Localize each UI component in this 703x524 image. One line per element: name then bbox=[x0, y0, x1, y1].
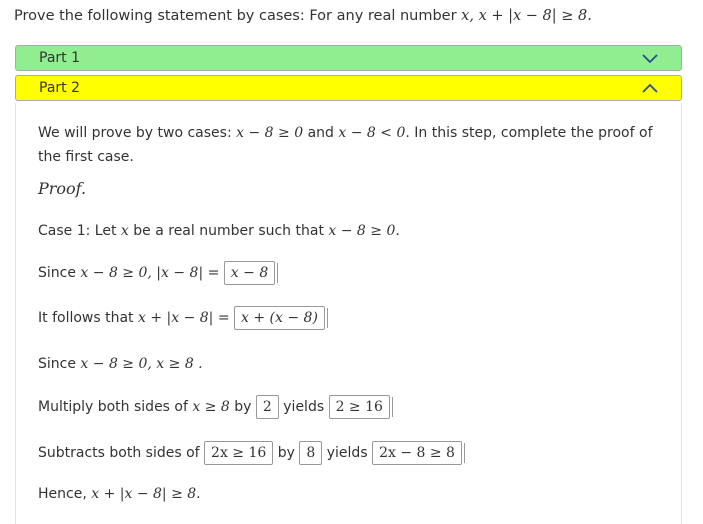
answer-box-multiplier[interactable]: 2 bbox=[255, 395, 279, 419]
intro-t1: We will prove by two cases: bbox=[38, 125, 237, 141]
case-1-line: Case 1: Let x be a real number such that… bbox=[38, 223, 400, 239]
subtract-line: Subtracts both sides of 2x ≥ 16 by 8 yie… bbox=[38, 441, 465, 465]
answer-box-result[interactable]: 2x − 8 ≥ 8 bbox=[372, 441, 462, 465]
follows-line: It follows that x + |x − 8| = x + (x − 8… bbox=[38, 306, 328, 330]
intro-m2: x − 8 < 0 bbox=[338, 125, 406, 141]
cursor-mark bbox=[277, 263, 279, 283]
case1-m2: x − 8 ≥ 0. bbox=[328, 223, 400, 239]
part-2-header[interactable]: Part 2 bbox=[15, 75, 682, 101]
answer-box-ineq[interactable]: 2x ≥ 16 bbox=[204, 441, 274, 465]
answer-box-sum[interactable]: x + (x − 8) bbox=[234, 306, 325, 330]
multiply-m1: x ≥ 8 bbox=[192, 399, 230, 415]
intro-m1: x − 8 ≥ 0 bbox=[236, 125, 304, 141]
case1-t1: Case 1: Let bbox=[38, 223, 121, 239]
case1-m1: x bbox=[120, 223, 129, 239]
cursor-mark bbox=[326, 308, 328, 328]
subtract-t2: by bbox=[277, 445, 295, 461]
since2-t1: Since bbox=[38, 356, 81, 372]
part-1-label: Part 1 bbox=[39, 50, 80, 66]
follows-m1: x + |x − 8| = bbox=[137, 310, 230, 326]
since1-t1: Since bbox=[38, 265, 81, 281]
since-line-2: Since x − 8 ≥ 0, x ≥ 8 . bbox=[38, 356, 203, 372]
answer-box-abs[interactable]: x − 8 bbox=[223, 261, 276, 285]
subtract-t3: yields bbox=[326, 445, 368, 461]
intro-text: We will prove by two cases: x − 8 ≥ 0 an… bbox=[38, 121, 658, 169]
answer-box-product[interactable]: 2 ≥ 16 bbox=[328, 395, 390, 419]
problem-statement: Prove the following statement by cases: … bbox=[14, 8, 592, 24]
follows-t1: It follows that bbox=[38, 310, 138, 326]
subtract-t1: Subtracts both sides of bbox=[38, 445, 200, 461]
case1-t2: be a real number such that bbox=[128, 223, 329, 239]
hence-m1: x + |x − 8| ≥ 8. bbox=[91, 486, 201, 502]
multiply-t3: yields bbox=[283, 399, 325, 415]
proof-label: Proof. bbox=[38, 179, 87, 198]
hence-t1: Hence, bbox=[38, 486, 92, 502]
cursor-mark bbox=[463, 443, 465, 463]
hence-line: Hence, x + |x − 8| ≥ 8. bbox=[38, 486, 201, 502]
cursor-mark bbox=[391, 397, 393, 417]
part-1-header[interactable]: Part 1 bbox=[15, 45, 682, 71]
statement-text: Prove the following statement by cases: … bbox=[14, 8, 462, 24]
chevron-up-icon bbox=[642, 83, 658, 93]
intro-t2: and bbox=[303, 125, 339, 141]
chevron-down-icon bbox=[642, 54, 658, 64]
part-2-label: Part 2 bbox=[39, 80, 80, 96]
answer-box-subtrahend[interactable]: 8 bbox=[299, 441, 323, 465]
multiply-line: Multiply both sides of x ≥ 8 by 2 yields… bbox=[38, 395, 393, 419]
since2-m1: x − 8 ≥ 0, x ≥ 8 . bbox=[80, 356, 203, 372]
multiply-t2: by bbox=[229, 399, 252, 415]
since1-m1: x − 8 ≥ 0, |x − 8| = bbox=[80, 265, 220, 281]
statement-math: x, x + |x − 8| ≥ 8. bbox=[461, 8, 592, 24]
part-2-content: We will prove by two cases: x − 8 ≥ 0 an… bbox=[15, 103, 682, 524]
multiply-t1: Multiply both sides of bbox=[38, 399, 193, 415]
since-line-1: Since x − 8 ≥ 0, |x − 8| = x − 8 bbox=[38, 261, 279, 285]
